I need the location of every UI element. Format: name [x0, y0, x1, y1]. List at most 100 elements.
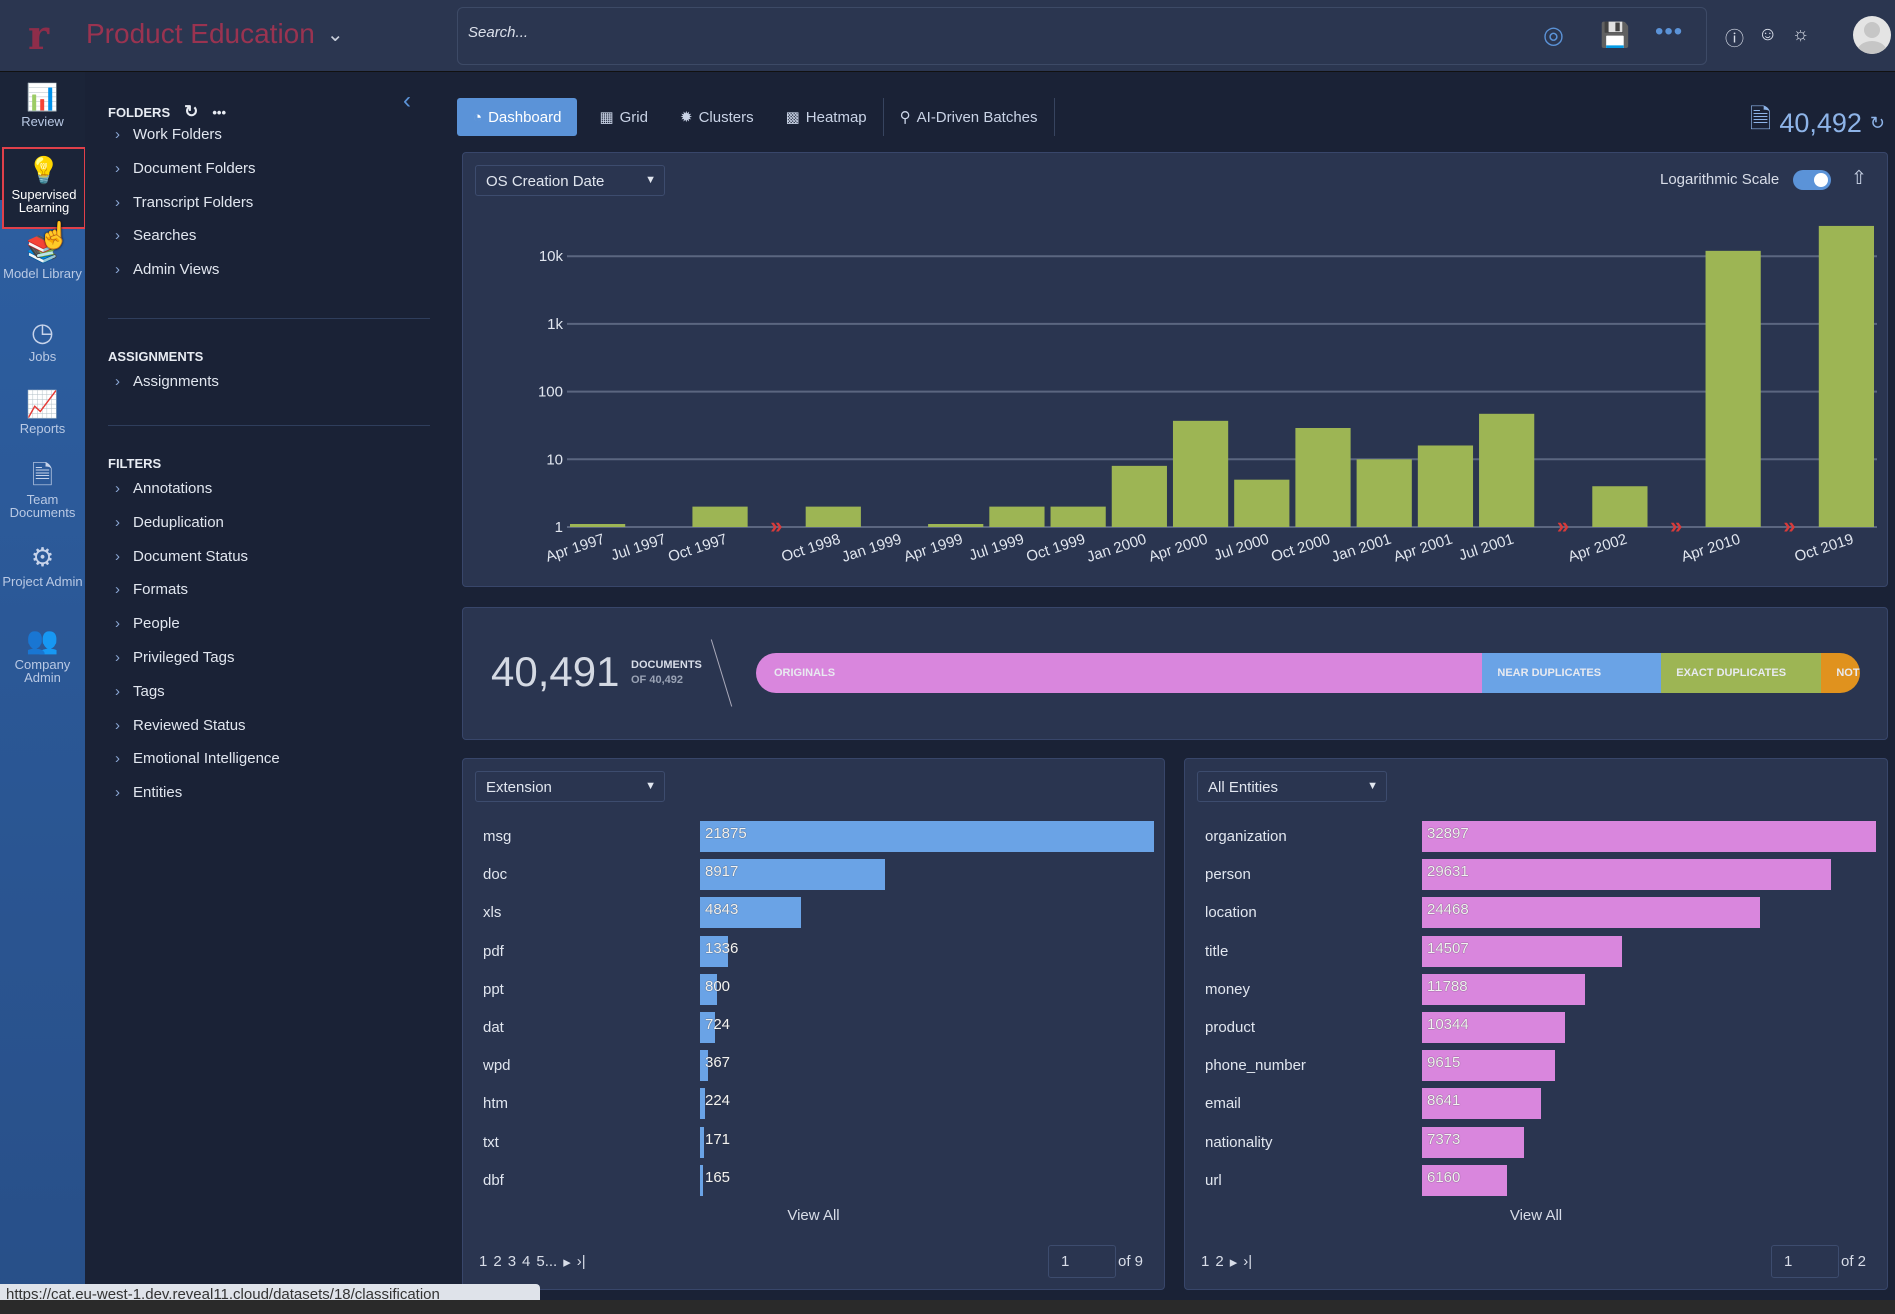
- bar[interactable]: [700, 821, 1154, 852]
- rail-item-jobs[interactable]: ◷ Jobs: [0, 317, 85, 363]
- bar[interactable]: [928, 524, 984, 527]
- bar[interactable]: [1111, 465, 1167, 527]
- divider: [1053, 98, 1055, 136]
- page-input[interactable]: [1048, 1245, 1116, 1278]
- refresh-icon[interactable]: ↻: [184, 102, 198, 122]
- dedupe-segment[interactable]: NEAR DUPLICATES: [1471, 653, 1662, 693]
- tab-dashboard[interactable]: ◔ Dashboard: [457, 98, 578, 136]
- chevron-right-icon: ›: [115, 615, 120, 633]
- tree-item[interactable]: › Annotations: [115, 480, 212, 497]
- tree-item[interactable]: › Privileged Tags: [115, 649, 234, 666]
- bar[interactable]: [1295, 427, 1351, 527]
- bar[interactable]: [1234, 479, 1290, 527]
- bar[interactable]: [1422, 897, 1760, 929]
- bar[interactable]: [1417, 445, 1474, 527]
- more-icon[interactable]: •••: [1655, 18, 1683, 46]
- folders-title: FOLDERS: [108, 104, 171, 120]
- row-label: person: [1205, 866, 1251, 884]
- rail-item-supervised-learning[interactable]: 💡 Supervised Learning: [2, 147, 86, 229]
- row-label: htm: [483, 1095, 509, 1113]
- tree-item[interactable]: › People: [115, 615, 180, 632]
- chevron-right-icon: ›: [115, 513, 120, 531]
- view-all-link[interactable]: View All: [1185, 1207, 1887, 1224]
- search-input[interactable]: [468, 24, 1468, 41]
- pagination: 1 2 ▸ ›|: [1201, 1253, 1252, 1271]
- bar[interactable]: [1705, 250, 1761, 528]
- last-page-icon[interactable]: ›|: [1243, 1253, 1252, 1271]
- more-icon[interactable]: •••: [212, 105, 226, 120]
- dedupe-segment[interactable]: EXACT DUPLICATES: [1650, 653, 1822, 693]
- dedupe-count: 40,491: [491, 648, 620, 695]
- tab-grid[interactable]: ▦ Grid: [583, 98, 664, 136]
- page-link[interactable]: 3: [508, 1253, 516, 1271]
- save-icon[interactable]: 💾: [1600, 21, 1630, 50]
- tab-label: Grid: [619, 108, 648, 126]
- help-icon[interactable]: ⓘ: [1725, 24, 1744, 51]
- bar-value: 29631: [1427, 863, 1469, 881]
- page-link[interactable]: 1: [479, 1253, 487, 1271]
- avatar[interactable]: [1853, 16, 1891, 54]
- project-selector[interactable]: Product Education ⌄: [86, 18, 344, 50]
- tab-label: Heatmap: [805, 108, 867, 126]
- page-link[interactable]: 4: [522, 1253, 530, 1271]
- bar[interactable]: [1356, 459, 1412, 527]
- bar[interactable]: [1172, 420, 1229, 527]
- tree-item[interactable]: › Formats: [115, 581, 188, 598]
- tree-item[interactable]: › Transcript Folders: [115, 194, 253, 211]
- bar[interactable]: [1050, 506, 1106, 527]
- row-label: location: [1205, 904, 1257, 922]
- tree-item[interactable]: › Document Status: [115, 548, 248, 565]
- tree-item[interactable]: › Emotional Intelligence: [115, 750, 280, 767]
- target-icon[interactable]: ◎: [1543, 21, 1564, 50]
- bar[interactable]: [700, 1126, 704, 1158]
- tab-heatmap[interactable]: ▩ Heatmap: [770, 98, 883, 136]
- page-link[interactable]: 2: [493, 1253, 501, 1271]
- next-page-icon[interactable]: ▸: [563, 1253, 571, 1271]
- bar[interactable]: [989, 506, 1045, 527]
- bar[interactable]: [700, 1088, 705, 1120]
- bar[interactable]: [1592, 486, 1648, 527]
- tree-item[interactable]: › Assignments: [115, 373, 219, 390]
- bar[interactable]: [1422, 821, 1876, 852]
- tree-item[interactable]: › Admin Views: [115, 261, 219, 278]
- dedupe-segment[interactable]: ORIGINALS: [756, 653, 1483, 693]
- bar[interactable]: [1818, 225, 1874, 527]
- page-link[interactable]: 5...: [536, 1253, 557, 1271]
- support-icon[interactable]: ☺: [1758, 24, 1777, 46]
- next-page-icon[interactable]: ▸: [1230, 1253, 1238, 1271]
- rail-item-project-admin[interactable]: ⚙ Project Admin: [0, 542, 85, 588]
- bar-value: 24468: [1427, 901, 1469, 919]
- x-tick-label: Jan 2000: [1085, 531, 1149, 566]
- last-page-icon[interactable]: ›|: [577, 1253, 586, 1271]
- segment-label: ORIGINALS: [774, 667, 836, 679]
- tree-item[interactable]: › Reviewed Status: [115, 717, 246, 734]
- view-all-link[interactable]: View All: [463, 1207, 1164, 1224]
- brightness-icon[interactable]: ☼: [1792, 24, 1809, 46]
- bar[interactable]: [700, 1164, 704, 1196]
- tab-ai-driven-batches[interactable]: ⚲ AI-Driven Batches: [884, 98, 1054, 136]
- tree-item[interactable]: › Deduplication: [115, 514, 224, 531]
- tree-item[interactable]: › Entities: [115, 784, 182, 801]
- page-link[interactable]: 1: [1201, 1253, 1209, 1271]
- tree-item[interactable]: › Tags: [115, 683, 165, 700]
- page-link[interactable]: 2: [1215, 1253, 1223, 1271]
- extension-dropdown[interactable]: Extension ▼: [475, 771, 665, 802]
- bar[interactable]: [570, 524, 626, 527]
- bar[interactable]: [692, 506, 748, 527]
- tree-item[interactable]: › Work Folders: [115, 126, 222, 143]
- bar[interactable]: [805, 506, 861, 527]
- entities-dropdown[interactable]: All Entities ▼: [1197, 771, 1387, 802]
- rail-item-review[interactable]: 📊 Review: [0, 82, 85, 128]
- bar[interactable]: [1422, 859, 1831, 891]
- x-tick-label: Oct 2000: [1269, 531, 1332, 566]
- bar[interactable]: [1479, 413, 1535, 527]
- rail-item-team-documents[interactable]: 🗎 Team Documents: [0, 460, 85, 519]
- page-input[interactable]: [1771, 1245, 1839, 1278]
- collapse-panel-button[interactable]: ‹: [403, 87, 411, 115]
- tree-item[interactable]: › Searches: [115, 227, 196, 244]
- rail-item-reports[interactable]: 📈 Reports: [0, 389, 85, 435]
- rail-item-company-admin[interactable]: 👥 Company Admin: [0, 625, 85, 684]
- tab-clusters[interactable]: ✹ Clusters: [664, 98, 770, 136]
- tree-item[interactable]: › Document Folders: [115, 160, 256, 177]
- refresh-icon[interactable]: ↻: [1870, 113, 1885, 134]
